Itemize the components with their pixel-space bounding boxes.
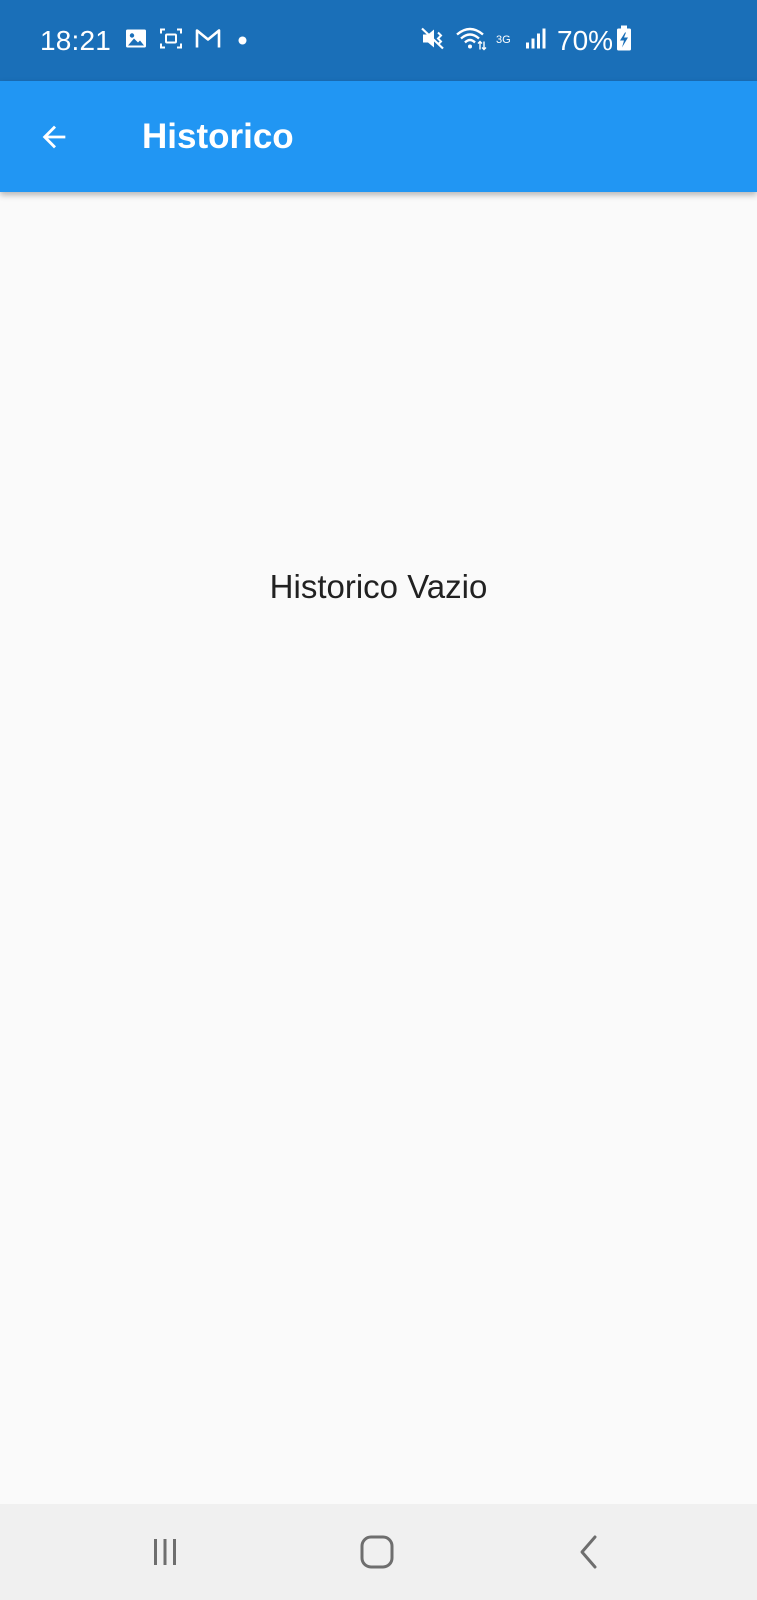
image-icon (125, 28, 147, 53)
screen-record-icon (159, 27, 183, 54)
battery-percentage: 70% (557, 24, 614, 56)
history-content: Historico Vazio (0, 192, 757, 1504)
wifi-icon (455, 26, 487, 55)
status-bar: 18:21 3G 70% (0, 0, 757, 81)
network-type-label: 3G (496, 34, 511, 46)
back-icon (580, 1535, 597, 1569)
home-icon (360, 1535, 394, 1569)
recent-apps-button[interactable] (133, 1520, 197, 1584)
back-button[interactable] (26, 109, 82, 165)
arrow-back-icon (42, 125, 66, 148)
battery-charging-icon (616, 25, 632, 56)
page-title: Historico (142, 116, 294, 156)
nav-back-button[interactable] (557, 1520, 621, 1584)
status-time: 18:21 (40, 24, 112, 56)
gmail-icon (195, 28, 221, 53)
screen: 18:21 3G 70% Historico Historico Vazio (0, 0, 757, 1600)
dot-icon (238, 32, 247, 50)
signal-icon (525, 27, 547, 54)
home-button[interactable] (345, 1520, 409, 1584)
empty-history-message: Historico Vazio (269, 568, 488, 605)
recent-apps-icon (154, 1539, 176, 1565)
mute-vibrate-icon (421, 26, 447, 55)
app-bar: Historico (0, 81, 757, 192)
system-navigation-bar (0, 1504, 757, 1600)
